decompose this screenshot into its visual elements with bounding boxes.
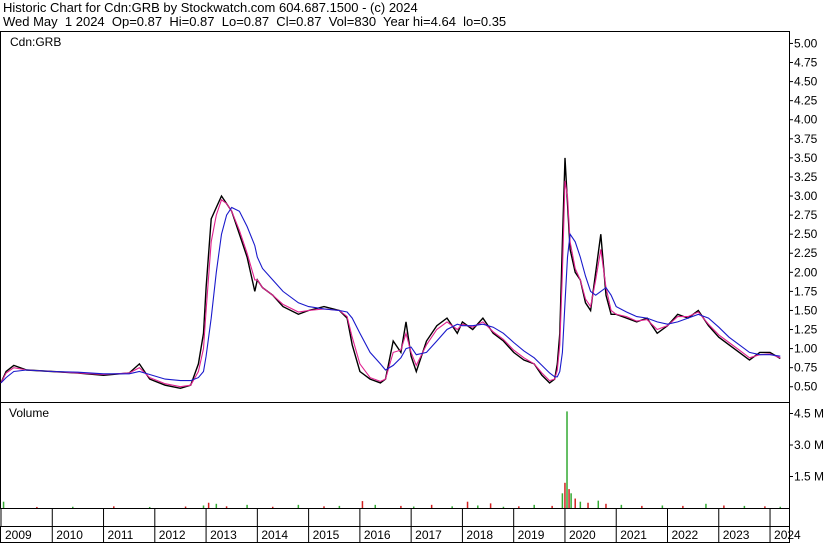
volume-bar <box>477 505 479 508</box>
x-axis-year-label: 2015 <box>313 528 340 542</box>
volume-y-tick-label: 1.5 M <box>794 470 824 484</box>
volume-bar <box>566 411 568 508</box>
volume-bar <box>518 506 520 508</box>
price-y-tick-label: 2.25 <box>794 246 818 260</box>
price-y-tick-label: 3.50 <box>794 151 818 165</box>
volume-panel-frame <box>0 402 790 509</box>
volume-bar <box>148 506 151 508</box>
volume-bar <box>597 500 600 508</box>
volume-bar <box>705 503 707 508</box>
volume-bar <box>2 501 5 508</box>
volume-bar <box>561 493 564 508</box>
price-y-tick-label: 4.25 <box>794 94 818 108</box>
x-axis-year-label: 2010 <box>56 528 83 542</box>
x-axis-year-label: 2021 <box>620 528 647 542</box>
x-axis-year-label: 2022 <box>671 528 698 542</box>
x-axis-year-label: 2023 <box>723 528 750 542</box>
volume-bar <box>207 502 210 508</box>
volume-bar <box>564 482 566 508</box>
x-axis-year-label: 2020 <box>569 528 596 542</box>
price-close-line <box>0 157 781 390</box>
price-y-tick-label: 1.50 <box>794 303 818 317</box>
volume-label: Volume <box>9 406 49 420</box>
volume-bar <box>568 489 570 508</box>
x-axis-year-label: 2016 <box>364 528 391 542</box>
price-panel-frame <box>0 31 790 403</box>
volume-bar <box>36 506 38 508</box>
volume-bar <box>489 503 492 508</box>
volume-bar <box>297 504 300 508</box>
volume-bar <box>764 506 766 508</box>
volume-bar <box>579 501 582 508</box>
price-y-tick-label: 2.00 <box>794 265 818 279</box>
x-axis-year-label: 2019 <box>518 528 545 542</box>
price-y-tick-label: 3.25 <box>794 170 818 184</box>
price-y-tick-label: 2.75 <box>794 208 818 222</box>
volume-bar <box>605 503 607 508</box>
price-y-tick-label: 0.50 <box>794 380 818 394</box>
volume-bar <box>551 505 553 508</box>
price-y-tick-label: 3.75 <box>794 132 818 146</box>
volume-bar <box>225 506 228 508</box>
volume-bar <box>400 505 402 508</box>
volume-bar <box>574 498 576 508</box>
volume-y-tick-label: 3.0 M <box>794 438 824 452</box>
volume-bar <box>641 505 643 508</box>
x-axis-year-label: 2018 <box>466 528 493 542</box>
volume-bar <box>587 502 589 508</box>
x-axis-year-label: 2011 <box>108 528 134 542</box>
x-axis-year-label: 2013 <box>210 528 237 542</box>
price-y-tick-label: 4.00 <box>794 113 818 127</box>
volume-bar <box>661 505 664 508</box>
x-axis-year-label: 2012 <box>159 528 186 542</box>
volume-bar <box>113 506 115 508</box>
volume-bar <box>570 493 572 508</box>
volume-bar <box>412 506 415 508</box>
x-axis-year-label: 2014 <box>261 528 288 542</box>
volume-bar <box>374 504 377 508</box>
price-y-tick-label: 2.50 <box>794 227 818 241</box>
price-y-tick-label: 1.00 <box>794 342 818 356</box>
volume-y-tick-label: 4.5 M <box>794 407 824 421</box>
volume-bar <box>466 501 469 508</box>
symbol-label: Cdn:GRB <box>10 35 61 49</box>
volume-bar <box>682 505 684 508</box>
volume-bar <box>184 506 187 508</box>
x-axis-year-label: 2009 <box>5 528 32 542</box>
volume-bar <box>338 505 341 508</box>
x-axis-year-label: 2017 <box>415 528 442 542</box>
price-y-tick-label: 1.25 <box>794 323 818 337</box>
volume-bar <box>451 506 453 508</box>
price-y-tick-label: 4.50 <box>794 75 818 89</box>
stock-chart: Cdn:GRB Volume 5.00 4.75 4.50 4.25 4.00 3.75 3… <box>0 31 824 543</box>
volume-bar <box>533 504 535 508</box>
volume-bar <box>723 505 725 508</box>
volume-bar <box>430 504 433 508</box>
volume-bar <box>502 506 505 508</box>
volume-bar <box>246 504 248 508</box>
volume-bar <box>72 506 74 508</box>
price-y-tick-label: 5.00 <box>794 36 818 50</box>
volume-bar <box>323 506 325 508</box>
volume-bar <box>271 506 274 508</box>
volume-bar <box>779 506 782 508</box>
volume-bar <box>202 505 205 508</box>
price-y-tick-label: 3.00 <box>794 189 818 203</box>
volume-bar <box>620 504 623 508</box>
price-y-tick-label: 4.75 <box>794 56 818 70</box>
price-y-tick-label: 0.75 <box>794 361 818 375</box>
price-y-tick-label: 1.75 <box>794 284 818 298</box>
x-axis-year-label: 2024 <box>774 528 801 542</box>
volume-bar <box>743 505 746 508</box>
volume-bar <box>215 503 218 508</box>
volume-bar <box>361 501 364 508</box>
